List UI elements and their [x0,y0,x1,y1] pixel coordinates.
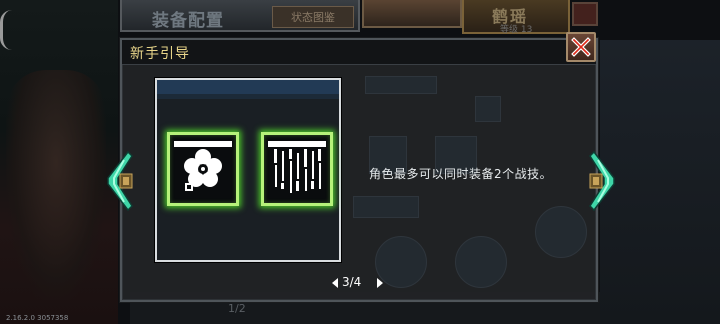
background-close-button [572,2,598,26]
character-portrait [362,0,462,28]
plum-blossom-skill-icon [174,141,232,195]
close-x-icon [571,37,591,57]
skill-slot-2 [261,132,333,206]
character-artwork [0,0,118,324]
pager-page-indicator: 3/4 [342,275,362,289]
pager-next-icon[interactable] [377,278,383,288]
faded-expand-button [353,196,419,218]
arrow-right-icon [589,150,615,212]
guide-pager: 3/4 [332,275,386,291]
character-level: 等级 13 [500,25,533,35]
guide-tip-text: 角色最多可以同时装备2个战技。 [369,167,553,181]
arrow-left-icon [107,150,133,212]
equipment-panel-title: 装备配置 [152,11,224,31]
inventory-page-indicator: 1/2 [228,302,246,315]
version-label: 2.16.2.0 3057358 [6,314,69,322]
falling-blades-skill-icon [268,141,326,193]
back-arc-icon [0,10,13,50]
skill-slot-1 [167,132,239,206]
status-codex-button: 状态图鉴 [272,6,354,28]
close-button[interactable] [566,32,596,62]
faded-round-slot [535,206,587,258]
stats-panel [600,40,720,324]
faded-round-slot [455,236,507,288]
preview-header-strip [157,80,339,94]
faded-tab [365,76,437,94]
preview-subheader-strip [157,94,339,99]
pager-prev-icon[interactable] [332,278,338,288]
guide-next-button[interactable] [588,150,618,212]
help-question-icon [475,96,501,122]
guide-title: 新手引导 [130,46,190,62]
guide-prev-button[interactable] [104,150,134,212]
guide-preview-image [155,78,341,262]
